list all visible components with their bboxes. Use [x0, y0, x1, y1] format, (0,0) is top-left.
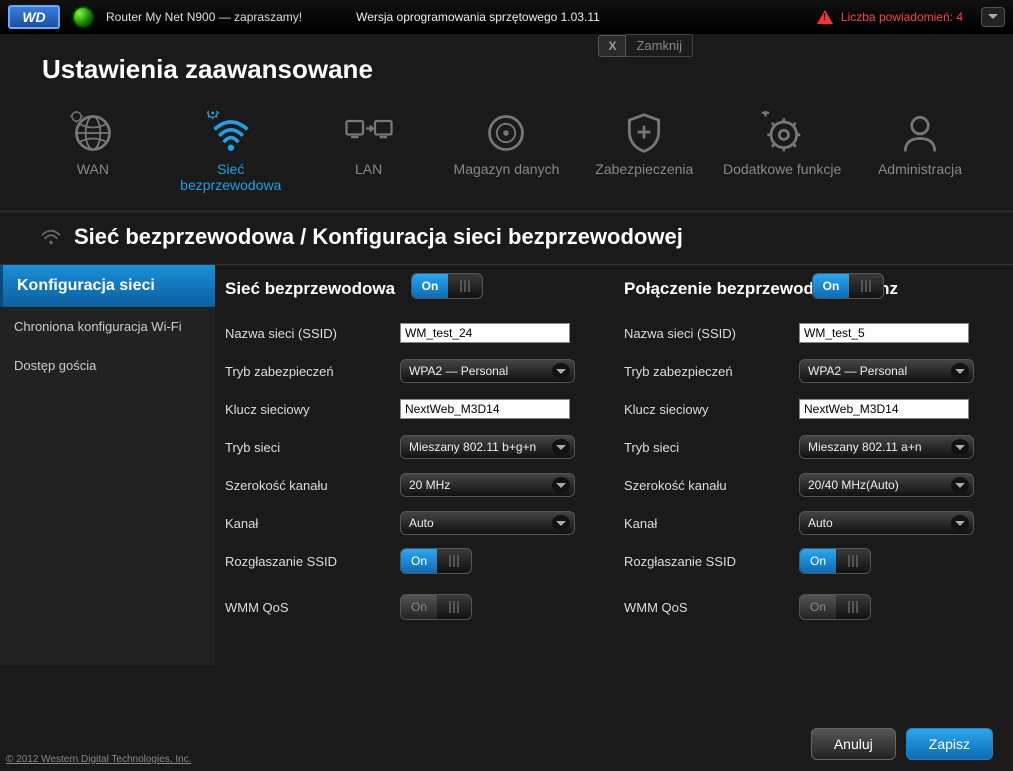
chevron-down-icon	[552, 363, 570, 379]
width-5-select[interactable]: 20/40 MHz(Auto)	[799, 473, 974, 497]
broadcast-5-toggle[interactable]: On	[799, 548, 871, 574]
nav-label: WAN	[77, 161, 109, 177]
sidebar-item-guest[interactable]: Dostęp gościa	[0, 346, 215, 385]
toggle-on-label: On	[813, 274, 849, 298]
user-icon	[894, 111, 946, 155]
page-header: X Zamknij Ustawienia zaawansowane	[0, 34, 1013, 93]
security-24-select[interactable]: WPA2 — Personal	[400, 359, 575, 383]
wmm-label: WMM QoS	[225, 600, 400, 615]
chevron-down-icon	[951, 439, 969, 455]
router-name: Router My Net N900 — zapraszamy!	[106, 10, 302, 24]
sidebar-item-wireless-setup[interactable]: Konfiguracja sieci	[0, 265, 215, 307]
wmm-24-toggle[interactable]: On	[400, 594, 472, 620]
firmware-version: Wersja oprogramowania sprzętowego 1.03.1…	[356, 10, 600, 24]
security-label: Tryb zabezpieczeń	[225, 364, 400, 379]
chevron-down-icon	[552, 515, 570, 531]
width-24-select[interactable]: 20 MHz	[400, 473, 575, 497]
alerts-bar[interactable]: Liczba powiadomień: 4	[817, 7, 1005, 27]
security-5-select[interactable]: WPA2 — Personal	[799, 359, 974, 383]
key-label: Klucz sieciowy	[624, 402, 799, 417]
nav-security[interactable]: Zabezpieczenia	[579, 111, 709, 193]
nav-addons[interactable]: Dodatkowe funkcje	[717, 111, 847, 193]
save-button[interactable]: Zapisz	[906, 728, 993, 760]
broadcast-label: Rozgłaszanie SSID	[624, 554, 799, 569]
nav-label: LAN	[355, 161, 382, 177]
channel-24-select[interactable]: Auto	[400, 511, 575, 535]
disc-icon	[480, 111, 532, 155]
alerts-dropdown-button[interactable]	[981, 7, 1005, 27]
nav-label: Zabezpieczenia	[595, 161, 693, 177]
ssid-label: Nazwa sieci (SSID)	[225, 326, 400, 341]
width-label: Szerokość kanału	[624, 478, 799, 493]
wireless-24-enable-toggle[interactable]: On	[411, 273, 483, 299]
form-columns: Sieć bezprzewodowa On Nazwa sieci (SSID)…	[215, 265, 1013, 665]
ssid-24-input[interactable]	[400, 323, 570, 343]
toggle-on-label: On	[412, 274, 448, 298]
sidebar-item-wps[interactable]: Chroniona konfiguracja Wi-Fi	[0, 307, 215, 346]
nav-label: Magazyn danych	[454, 161, 560, 177]
chevron-down-icon	[988, 14, 998, 19]
sidebar: Konfiguracja sieci Chroniona konfiguracj…	[0, 265, 215, 665]
chevron-down-icon	[951, 477, 969, 493]
wireless-5-enable-toggle[interactable]: On	[812, 273, 884, 299]
close-icon[interactable]: X	[598, 35, 626, 57]
nav-storage[interactable]: Magazyn danych	[441, 111, 571, 193]
broadcast-label: Rozgłaszanie SSID	[225, 554, 400, 569]
wifi-small-icon	[40, 228, 62, 246]
nav-wireless[interactable]: Sieć bezprzewodowa	[166, 111, 296, 193]
security-label: Tryb zabezpieczeń	[624, 364, 799, 379]
nav-label: Administracja	[878, 161, 962, 177]
ssid-label: Nazwa sieci (SSID)	[624, 326, 799, 341]
mode-label: Tryb sieci	[225, 440, 400, 455]
page-title: Ustawienia zaawansowane	[42, 54, 983, 85]
breadcrumb: Sieć bezprzewodowa / Konfiguracja sieci …	[0, 212, 1013, 265]
status-indicator-icon	[74, 8, 92, 26]
close-label[interactable]: Zamknij	[626, 34, 693, 57]
shield-icon	[618, 111, 670, 155]
mode-24-select[interactable]: Mieszany 802.11 b+g+n	[400, 435, 575, 459]
channel-label: Kanał	[225, 516, 400, 531]
wireless-5ghz-column: Połączenie bezprzewodowe 5 Ghz On Nazwa …	[624, 275, 1003, 665]
chevron-down-icon	[552, 477, 570, 493]
wmm-5-toggle[interactable]: On	[799, 594, 871, 620]
nav-row: WAN Sieć bezprzewodowa LAN Magazyn danyc…	[0, 99, 1013, 212]
breadcrumb-text: Sieć bezprzewodowa / Konfiguracja sieci …	[74, 224, 683, 250]
mode-5-select[interactable]: Mieszany 802.11 a+n	[799, 435, 974, 459]
wifi-icon	[205, 111, 257, 155]
globe-icon	[67, 111, 119, 155]
content-area: Konfiguracja sieci Chroniona konfiguracj…	[0, 265, 1013, 665]
alerts-count-label: Liczba powiadomień: 4	[841, 10, 963, 24]
gear-plus-icon	[756, 111, 808, 155]
nav-wan[interactable]: WAN	[28, 111, 158, 193]
lan-icon	[343, 111, 395, 155]
key-24-input[interactable]	[400, 399, 570, 419]
mode-label: Tryb sieci	[624, 440, 799, 455]
col1-title: Sieć bezprzewodowa	[225, 279, 395, 299]
nav-lan[interactable]: LAN	[304, 111, 434, 193]
close-tab[interactable]: X Zamknij	[598, 34, 693, 57]
chevron-down-icon	[552, 439, 570, 455]
channel-label: Kanał	[624, 516, 799, 531]
wmm-label: WMM QoS	[624, 600, 799, 615]
chevron-down-icon	[951, 363, 969, 379]
nav-label: Sieć bezprzewodowa	[166, 161, 296, 193]
ssid-5-input[interactable]	[799, 323, 969, 343]
wireless-24ghz-column: Sieć bezprzewodowa On Nazwa sieci (SSID)…	[225, 275, 604, 665]
alert-icon	[817, 10, 833, 24]
copyright[interactable]: © 2012 Western Digital Technologies, Inc…	[6, 754, 191, 765]
key-5-input[interactable]	[799, 399, 969, 419]
channel-5-select[interactable]: Auto	[799, 511, 974, 535]
wd-logo: WD	[8, 5, 60, 29]
cancel-button[interactable]: Anuluj	[811, 728, 896, 760]
nav-admin[interactable]: Administracja	[855, 111, 985, 193]
nav-label: Dodatkowe funkcje	[723, 161, 841, 177]
width-label: Szerokość kanału	[225, 478, 400, 493]
broadcast-24-toggle[interactable]: On	[400, 548, 472, 574]
chevron-down-icon	[951, 515, 969, 531]
top-bar: WD Router My Net N900 — zapraszamy! Wers…	[0, 0, 1013, 34]
key-label: Klucz sieciowy	[225, 402, 400, 417]
